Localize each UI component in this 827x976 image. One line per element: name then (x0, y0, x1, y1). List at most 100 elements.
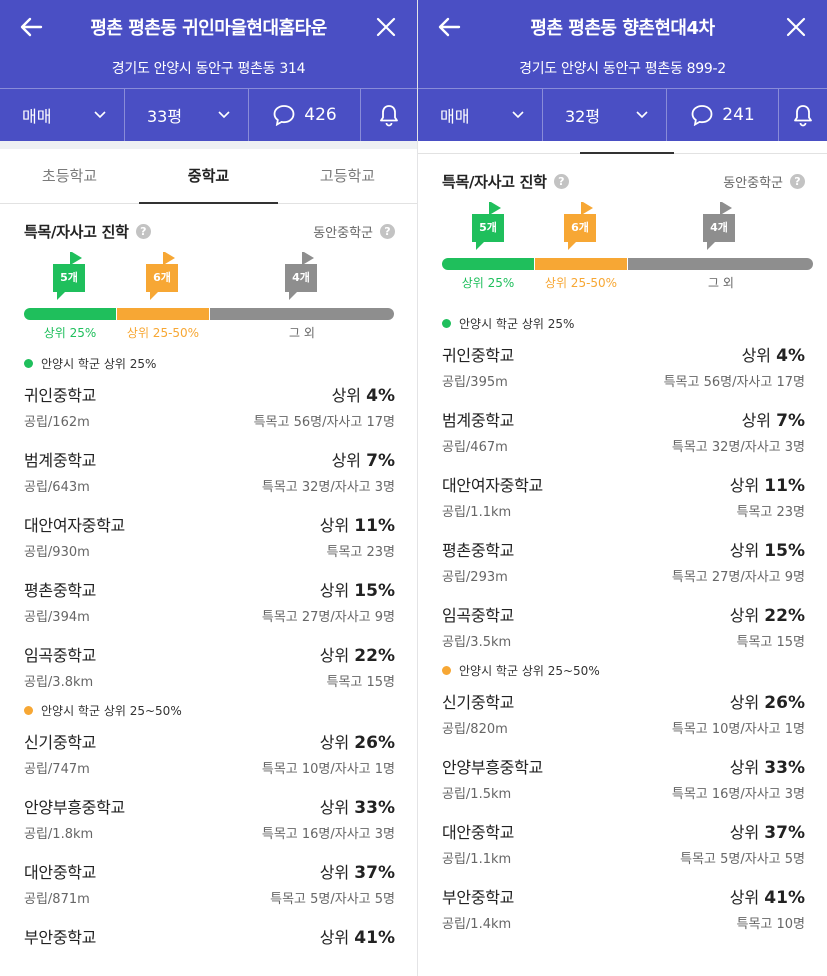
help-icon[interactable]: ? (135, 223, 151, 239)
list-item[interactable]: 신기중학교 상위 26% 공립/747m 특목고 10명/자사고 1명 (0, 721, 417, 786)
rank-value: 4% (366, 386, 395, 406)
comment-count: 426 (304, 105, 337, 125)
back-arrow-icon[interactable] (432, 11, 466, 43)
chevron-down-icon (218, 111, 230, 119)
school-stats: 특목고 10명/자사고 1명 (261, 762, 395, 777)
tab-middle-underline (580, 152, 674, 154)
size-select[interactable]: 32평 (543, 89, 667, 141)
rank-value: 4% (776, 346, 805, 366)
bar-segment-other (210, 308, 394, 320)
chevron-down-icon (636, 111, 648, 119)
rank-prefix: 상위 (729, 758, 760, 777)
school-type-distance: 공립/467m (442, 440, 508, 455)
list-item[interactable]: 부안중학교 상위 41% (0, 916, 417, 976)
school-type-distance: 공립/1.5km (442, 787, 512, 802)
alert-button[interactable] (361, 89, 417, 141)
flag-top25: 5개 (53, 252, 87, 302)
list-item[interactable]: 평촌중학교 상위 15% 공립/394m 특목고 27명/자사고 9명 (0, 569, 417, 634)
comment-count: 241 (722, 105, 755, 125)
school-stats: 특목고 56명/자사고 17명 (663, 375, 805, 390)
school-name: 대안여자중학교 (442, 476, 543, 495)
comments-button[interactable]: 426 (249, 89, 361, 141)
bar-label: 상위 25-50% (544, 276, 618, 290)
rank-prefix: 상위 (319, 646, 350, 665)
bar-label: 상위 25% (461, 276, 515, 290)
flag-count: 4개 (703, 214, 735, 242)
school-level-tabs: 초등학교 중학교 고등학교 (0, 149, 417, 204)
school-stats: 특목고 56명/자사고 17명 (253, 415, 395, 430)
school-stats: 특목고 10명 (736, 917, 805, 932)
bell-icon (794, 105, 812, 127)
help-icon[interactable]: ? (553, 173, 569, 189)
flag-row: 5개 6개 4개 (418, 202, 827, 258)
rank-value: 22% (354, 646, 395, 666)
school-stats: 특목고 32명/자사고 3명 (671, 440, 805, 455)
list-item[interactable]: 부안중학교 상위 41% 공립/1.4km 특목고 10명 (418, 876, 827, 941)
close-icon[interactable] (369, 11, 403, 43)
list-item[interactable]: 대안여자중학교 상위 11% 공립/1.1km 특목고 23명 (418, 464, 827, 529)
list-item[interactable]: 임곡중학교 상위 22% 공립/3.5km 특목고 15명 (418, 594, 827, 659)
help-icon[interactable]: ? (790, 173, 805, 189)
close-icon[interactable] (779, 11, 813, 43)
rank-bar (0, 308, 417, 320)
list-item[interactable]: 안양부흥중학교 상위 33% 공립/1.5km 특목고 16명/자사고 3명 (418, 746, 827, 811)
list-item[interactable]: 귀인중학교 상위 4% 공립/162m 특목고 56명/자사고 17명 (0, 374, 417, 439)
tab-middle[interactable]: 중학교 (139, 149, 278, 204)
school-type-distance: 공립/747m (24, 762, 90, 777)
list-item[interactable]: 대안여자중학교 상위 11% 공립/930m 특목고 23명 (0, 504, 417, 569)
comments-button[interactable]: 241 (667, 89, 779, 141)
tab-high[interactable]: 고등학교 (278, 149, 417, 203)
rank-prefix: 상위 (729, 476, 760, 495)
school-type-distance: 공립/1.1km (442, 505, 512, 520)
list-item[interactable]: 안양부흥중학교 상위 33% 공립/1.8km 특목고 16명/자사고 3명 (0, 786, 417, 851)
school-stats: 특목고 27명/자사고 9명 (261, 610, 395, 625)
size-select[interactable]: 33평 (125, 89, 249, 141)
alert-button[interactable] (779, 89, 827, 141)
speech-bubble-icon (691, 105, 713, 126)
rank-prefix: 상위 (331, 451, 362, 470)
list-item[interactable]: 평촌중학교 상위 15% 공립/293m 특목고 27명/자사고 9명 (418, 529, 827, 594)
school-type-distance: 공립/394m (24, 610, 90, 625)
rank-value: 15% (764, 541, 805, 561)
rank-prefix: 상위 (741, 411, 772, 430)
school-stats: 특목고 16명/자사고 3명 (261, 827, 395, 842)
deal-type-select[interactable]: 매매 (418, 89, 543, 141)
flag-count: 6개 (564, 214, 596, 242)
list-item[interactable]: 범계중학교 상위 7% 공립/643m 특목고 32명/자사고 3명 (0, 439, 417, 504)
list-item[interactable]: 대안중학교 상위 37% 공립/871m 특목고 5명/자사고 5명 (0, 851, 417, 916)
group-header: 안양시 학군 상위 25% (0, 352, 417, 374)
list-item[interactable]: 신기중학교 상위 26% 공립/820m 특목고 10명/자사고 1명 (418, 681, 827, 746)
rank-value: 11% (354, 516, 395, 536)
flag-count: 4개 (285, 264, 317, 292)
list-item[interactable]: 임곡중학교 상위 22% 공립/3.8km 특목고 15명 (0, 634, 417, 699)
school-stats: 특목고 15명 (326, 675, 395, 690)
school-level-tabs (418, 141, 827, 154)
list-item[interactable]: 범계중학교 상위 7% 공립/467m 특목고 32명/자사고 3명 (418, 399, 827, 464)
school-name: 안양부흥중학교 (442, 758, 543, 777)
list-item[interactable]: 대안중학교 상위 37% 공립/1.1km 특목고 5명/자사고 5명 (418, 811, 827, 876)
rank-bar (418, 258, 827, 270)
section-title: 특목/자사고 진학 (442, 172, 547, 191)
group-title: 안양시 학군 상위 25% (41, 356, 157, 371)
size-label: 32평 (565, 107, 601, 126)
deal-type-select[interactable]: 매매 (0, 89, 125, 141)
bell-icon (380, 105, 398, 127)
school-name: 부안중학교 (442, 888, 515, 907)
school-stats: 특목고 10명/자사고 1명 (671, 722, 805, 737)
help-icon[interactable]: ? (380, 223, 395, 239)
header: 평촌 평촌동 귀인마을현대홈타운 경기도 안양시 동안구 평촌동 314 매매 … (0, 0, 417, 141)
school-name: 평촌중학교 (442, 541, 515, 560)
speech-bubble-icon (273, 105, 295, 126)
school-type-distance: 공립/643m (24, 480, 90, 495)
school-stats: 특목고 5명/자사고 5명 (270, 892, 395, 907)
list-item[interactable]: 귀인중학교 상위 4% 공립/395m 특목고 56명/자사고 17명 (418, 334, 827, 399)
school-name: 임곡중학교 (442, 606, 515, 625)
back-arrow-icon[interactable] (14, 11, 48, 43)
chevron-down-icon (94, 111, 106, 119)
section-head: 특목/자사고 진학? 동안중학군? (0, 220, 417, 242)
school-name: 대안중학교 (24, 863, 97, 882)
school-name: 안양부흥중학교 (24, 798, 125, 817)
flag-count: 5개 (472, 214, 504, 242)
tab-elementary[interactable]: 초등학교 (0, 149, 139, 203)
bar-label: 그 외 (289, 326, 315, 340)
